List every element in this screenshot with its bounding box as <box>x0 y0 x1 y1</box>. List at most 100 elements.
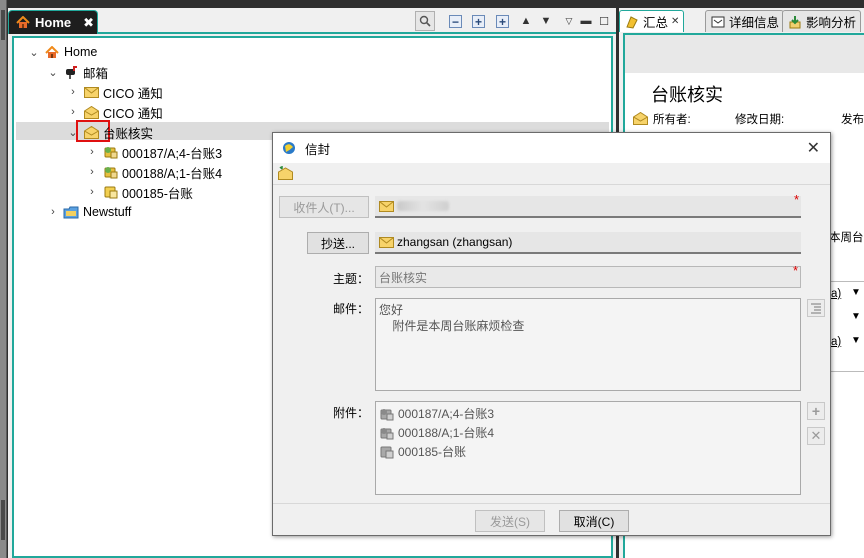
attachment-name: 000185-台账 <box>398 445 467 459</box>
item-revision-icon <box>102 165 118 179</box>
down-arrow-icon[interactable]: ▼ <box>538 13 554 29</box>
attachment-item[interactable]: 000188/A;1-台账4 <box>378 423 494 442</box>
impact-analysis-icon <box>787 15 803 29</box>
tree-node-item-188[interactable]: › 000188/A;1-台账4 <box>86 162 222 182</box>
release-label: 发布 <box>841 114 864 126</box>
attachment-item[interactable]: 000187/A;4-台账3 <box>378 404 494 423</box>
owner-label: 所有者: <box>653 114 691 126</box>
tree-node-newstuff[interactable]: › Newstuff <box>47 202 131 222</box>
expand-all-icon[interactable]: + <box>472 15 485 28</box>
tree-node-mailbox[interactable]: ⌄ 邮箱 <box>47 62 108 82</box>
link-fragment[interactable]: a) <box>831 336 841 348</box>
tree-node-label: Home <box>64 45 98 59</box>
envelope-icon <box>83 85 99 99</box>
home-icon <box>15 16 31 30</box>
tree-node-cico-1[interactable]: › CICO 通知 <box>67 82 163 102</box>
tab-home[interactable]: Home ✖ <box>8 10 98 34</box>
strip-block <box>1 10 5 40</box>
tree-node-label: CICO 通知 <box>103 106 163 121</box>
close-icon[interactable]: ✕ <box>671 16 679 27</box>
tab-home-label: Home <box>35 15 72 30</box>
tab-summary[interactable]: 汇总 ✕ <box>619 10 685 32</box>
send-button[interactable]: 发送(S) <box>475 510 545 532</box>
recipient-field[interactable]: * <box>375 192 801 218</box>
tab-impact-analysis-label: 影响分析 <box>806 16 857 30</box>
summary-header-band <box>625 35 864 73</box>
collapse-all-icon[interactable]: − <box>449 15 462 28</box>
tree-node-label: 台账核实 <box>103 126 154 141</box>
envelope-dialog: 信封 ✕ 收件人(T)... * 抄送... zhangsan (zhangsa… <box>272 132 831 536</box>
tree-node-home[interactable]: ⌄ Home <box>28 42 97 62</box>
chevron-right-icon[interactable]: › <box>67 86 79 98</box>
left-edge-strip <box>0 0 7 558</box>
dropdown-arrow-icon[interactable]: ▼ <box>851 311 861 322</box>
chevron-down-icon[interactable]: ⌄ <box>28 46 40 59</box>
item-revision-icon <box>102 145 118 159</box>
tree-node-item-185[interactable]: › 000185-台账 <box>86 182 193 202</box>
redacted-recipient <box>397 201 449 211</box>
tree-node-item-187[interactable]: › 000187/A;4-台账3 <box>86 142 222 162</box>
envelope-icon <box>378 199 394 213</box>
dropdown-arrow-icon[interactable]: ▼ <box>851 287 861 298</box>
details-icon <box>710 15 726 29</box>
attachments-list[interactable]: 000187/A;4-台账3 000188/A;1-台账4 000185-台账 <box>375 401 801 495</box>
home-icon <box>44 45 60 59</box>
chevron-right-icon[interactable]: › <box>86 186 98 198</box>
link-fragment[interactable]: a) <box>831 288 841 300</box>
dropdown-arrow-icon[interactable]: ▼ <box>851 335 861 346</box>
new-envelope-icon[interactable] <box>277 166 293 180</box>
remove-attachment-icon[interactable]: ✕ <box>807 427 825 445</box>
tree-node-label: 000187/A;4-台账3 <box>122 146 223 161</box>
chevron-down-icon[interactable]: ⌄ <box>67 126 79 139</box>
dialog-title: 信封 <box>305 142 331 157</box>
folder-icon <box>63 205 79 219</box>
attachment-item[interactable]: 000185-台账 <box>378 442 466 461</box>
body-label: 邮件： <box>332 302 369 316</box>
maximize-icon[interactable]: ☐ <box>596 13 612 29</box>
tree-node-label: 000188/A;1-台账4 <box>122 166 223 181</box>
subject-field[interactable]: 台账核实 * <box>375 263 801 288</box>
tab-details[interactable]: 详细信息 <box>705 10 785 32</box>
recipient-button[interactable]: 收件人(T)... <box>279 196 369 218</box>
expand-icon[interactable]: + <box>496 15 509 28</box>
dialog-separator <box>273 503 830 504</box>
tree-node-label: CICO 通知 <box>103 86 163 101</box>
add-attachment-icon[interactable]: + <box>807 402 825 420</box>
body-textarea[interactable]: 您好 附件是本周台账麻烦检查 <box>375 298 801 391</box>
chevron-down-icon[interactable]: ⌄ <box>47 66 59 79</box>
mailbox-icon <box>63 65 79 79</box>
open-envelope-icon <box>632 111 648 125</box>
close-icon[interactable]: ✕ <box>807 138 820 158</box>
cc-field[interactable]: zhangsan (zhangsan) <box>375 232 801 254</box>
chevron-right-icon[interactable]: › <box>67 106 79 118</box>
summary-title: 台账核实 <box>651 85 723 105</box>
open-envelope-icon <box>83 125 99 139</box>
item-icon <box>378 445 394 459</box>
list-format-icon[interactable] <box>807 299 825 317</box>
summary-icon <box>624 15 640 29</box>
tree-node-label: 邮箱 <box>83 66 109 81</box>
view-menu-icon[interactable]: ▽ <box>561 13 577 29</box>
chevron-right-icon[interactable]: › <box>86 166 98 178</box>
body-line: 您好 <box>379 303 404 317</box>
close-icon[interactable]: ✖ <box>83 15 94 31</box>
cc-button[interactable]: 抄送... <box>307 232 369 254</box>
tab-impact-analysis[interactable]: 影响分析 <box>782 10 862 32</box>
search-icon[interactable] <box>415 11 435 31</box>
attachment-name: 000187/A;4-台账3 <box>398 407 495 421</box>
tab-summary-label: 汇总 <box>643 16 669 30</box>
cancel-button[interactable]: 取消(C) <box>559 510 629 532</box>
dialog-toolbar <box>273 163 830 185</box>
tree-node-label: Newstuff <box>83 205 132 219</box>
open-envelope-icon <box>83 105 99 119</box>
item-revision-icon <box>378 407 394 421</box>
up-arrow-icon[interactable]: ▲ <box>518 13 534 29</box>
minimize-icon[interactable]: ▬ <box>578 13 594 29</box>
app-logo-icon <box>281 141 297 155</box>
cc-value: zhangsan (zhangsan) <box>397 235 513 249</box>
item-icon <box>102 185 118 199</box>
chevron-right-icon[interactable]: › <box>86 146 98 158</box>
tree-node-ledger-check[interactable]: ⌄ 台账核实 <box>67 122 153 142</box>
chevron-right-icon[interactable]: › <box>47 206 59 218</box>
tree-node-cico-2[interactable]: › CICO 通知 <box>67 102 163 122</box>
